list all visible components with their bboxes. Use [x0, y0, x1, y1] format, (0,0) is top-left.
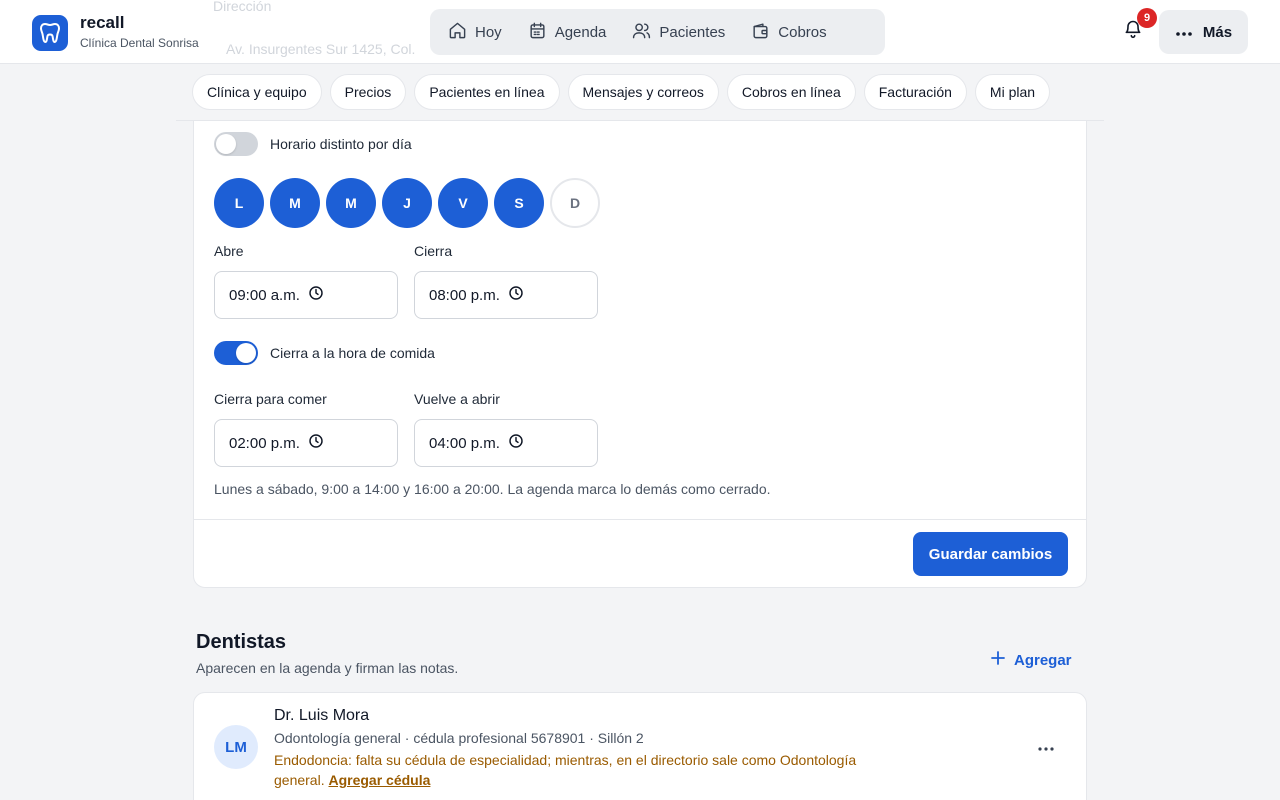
tooth-logo-icon — [32, 14, 68, 51]
nav-label: Pacientes — [659, 23, 726, 41]
day-toggle-martes[interactable]: M — [270, 178, 320, 228]
dentist-warning: Endodoncia: falta su cédula de especiali… — [274, 750, 894, 790]
lunch-end-label: Vuelve a abrir — [414, 391, 500, 407]
add-certificate-link[interactable]: Agregar cédula — [328, 772, 430, 788]
opens-label: Abre — [214, 243, 244, 259]
nav-label: Agenda — [554, 23, 607, 41]
dentist-options-button[interactable] — [1032, 735, 1060, 759]
nav-label: Hoy — [475, 23, 502, 41]
dots-horizontal-icon — [1038, 738, 1054, 756]
dentists-section-title: Dentistas — [196, 631, 287, 653]
users-icon — [632, 21, 651, 44]
nav-item-cobros[interactable]: Cobros — [739, 15, 838, 49]
lunch-end-time-value: 04:00 p.m. — [429, 434, 500, 452]
main-nav: Hoy Agenda Pacientes Cobros — [430, 9, 885, 55]
per-day-schedule-label: Horario distinto por día — [270, 136, 412, 152]
weekday-selector: L M M J V S D — [214, 178, 600, 228]
clock-icon — [308, 285, 324, 305]
subtab-mi-plan[interactable]: Mi plan — [974, 74, 1051, 110]
lunch-start-label: Cierra para comer — [214, 391, 327, 407]
subtab-clinica-y-equipo[interactable]: Clínica y equipo — [192, 74, 322, 110]
notification-count-badge: 9 — [1137, 8, 1157, 28]
day-toggle-viernes[interactable]: V — [438, 178, 488, 228]
dentist-name: Dr. Luis Mora — [274, 707, 370, 724]
brand-text: recall Clínica Dental Sonrisa — [80, 14, 199, 51]
address-label-behind: Dirección — [213, 0, 272, 14]
day-toggle-lunes[interactable]: L — [214, 178, 264, 228]
day-toggle-domingo[interactable]: D — [550, 178, 600, 228]
settings-subtabs: Clínica y equipo Precios Pacientes en lí… — [192, 74, 1051, 110]
lunch-break-toggle[interactable] — [214, 341, 258, 365]
top-header: recall Clínica Dental Sonrisa Dirección … — [0, 0, 1280, 64]
wallet-icon — [751, 21, 770, 44]
nav-label: Cobros — [778, 23, 827, 41]
per-day-schedule-toggle[interactable] — [214, 132, 258, 156]
more-label: Más — [1202, 23, 1233, 41]
lunch-start-time-value: 02:00 p.m. — [229, 434, 300, 452]
lunch-break-label: Cierra a la hora de comida — [270, 345, 435, 361]
opens-time-input[interactable]: 09:00 a.m. — [214, 271, 398, 319]
nav-item-hoy[interactable]: Hoy — [436, 15, 514, 49]
clock-icon — [508, 433, 524, 453]
address-value-behind: Av. Insurgentes Sur 1425, Col. — [226, 41, 416, 57]
add-dentist-label: Agregar — [1014, 651, 1072, 669]
calendar-icon — [528, 21, 547, 44]
home-icon — [448, 21, 467, 44]
clock-icon — [508, 285, 524, 305]
dentists-section-subtitle: Aparecen en la agenda y firman las notas… — [196, 660, 459, 676]
subtab-facturacion[interactable]: Facturación — [863, 74, 967, 110]
closes-time-input[interactable]: 08:00 p.m. — [414, 271, 598, 319]
clock-icon — [308, 433, 324, 453]
closes-time-value: 08:00 p.m. — [429, 286, 500, 304]
dentist-details: Odontología general · cédula profesional… — [274, 730, 644, 746]
toggle-knob — [236, 343, 256, 363]
dentist-list-item: LM Dr. Luis Mora Odontología general · c… — [193, 692, 1087, 800]
nav-item-agenda[interactable]: Agenda — [516, 15, 619, 49]
save-changes-button[interactable]: Guardar cambios — [913, 532, 1068, 576]
dots-horizontal-icon — [1175, 24, 1193, 41]
more-menu-button[interactable]: Más — [1159, 10, 1248, 54]
lunch-end-time-input[interactable]: 04:00 p.m. — [414, 419, 598, 467]
schedule-card: Horario distinto por día L M M J V S D A… — [193, 121, 1087, 588]
subtab-mensajes-y-correos[interactable]: Mensajes y correos — [567, 74, 719, 110]
subtab-cobros-en-linea[interactable]: Cobros en línea — [726, 74, 856, 110]
plus-icon — [990, 650, 1006, 670]
closes-label: Cierra — [414, 243, 453, 259]
toggle-knob — [216, 134, 236, 154]
lunch-start-time-input[interactable]: 02:00 p.m. — [214, 419, 398, 467]
card-divider — [194, 519, 1086, 520]
day-toggle-miercoles[interactable]: M — [326, 178, 376, 228]
brand-name: recall — [80, 13, 125, 32]
subtab-precios[interactable]: Precios — [329, 74, 407, 110]
day-toggle-jueves[interactable]: J — [382, 178, 432, 228]
avatar: LM — [214, 725, 258, 769]
nav-item-pacientes[interactable]: Pacientes — [620, 15, 737, 49]
clinic-name: Clínica Dental Sonrisa — [80, 36, 199, 50]
opens-time-value: 09:00 a.m. — [229, 286, 300, 304]
brand[interactable]: recall Clínica Dental Sonrisa — [32, 14, 199, 51]
schedule-summary: Lunes a sábado, 9:00 a 14:00 y 16:00 a 2… — [214, 481, 771, 497]
add-dentist-button[interactable]: Agregar — [990, 650, 1072, 670]
day-toggle-sabado[interactable]: S — [494, 178, 544, 228]
subtab-pacientes-en-linea[interactable]: Pacientes en línea — [414, 74, 560, 110]
